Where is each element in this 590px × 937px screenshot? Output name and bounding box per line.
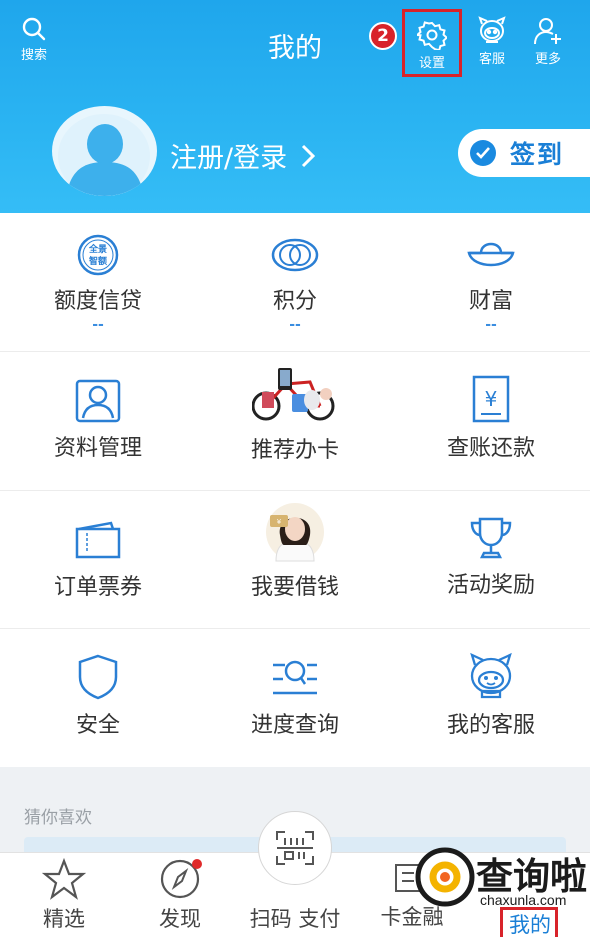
settings-button[interactable]: 设置 bbox=[402, 9, 462, 77]
grid-item-label: 进度查询 bbox=[250, 713, 339, 738]
check-icon bbox=[470, 140, 496, 166]
bill-yuan-icon: ¥ bbox=[472, 375, 510, 423]
woman-portrait-image: ¥ bbox=[266, 503, 324, 562]
more-label: 更多 bbox=[534, 52, 561, 67]
tab-featured[interactable]: 精选 bbox=[14, 853, 114, 937]
user-silhouette-icon bbox=[58, 114, 150, 196]
grid-item-label: 我要借钱 bbox=[250, 575, 339, 600]
svg-text:全景: 全景 bbox=[88, 243, 107, 255]
grid-row-4: 安全 进度查询 我的客服 bbox=[0, 629, 590, 767]
robot-service-icon bbox=[478, 16, 506, 43]
step-badge: 2 bbox=[369, 22, 397, 50]
more-button[interactable]: 更多 bbox=[526, 16, 570, 67]
grid-item-bill[interactable]: ¥ 查账还款 bbox=[393, 374, 589, 462]
grid-item-label: 推荐办卡 bbox=[250, 438, 339, 463]
points-rings-icon bbox=[271, 238, 319, 272]
tab-label: 扫码 支付 bbox=[249, 907, 341, 931]
shield-icon bbox=[78, 654, 118, 700]
watermark: 查询啦 chaxunla.com bbox=[406, 844, 590, 910]
grid-item-recommend-card[interactable]: 推荐办卡 bbox=[197, 360, 393, 464]
login-text: 注册/登录 bbox=[170, 143, 288, 174]
grid-item-label: 我的客服 bbox=[446, 713, 535, 738]
chevron-right-icon bbox=[302, 144, 316, 167]
mine-tab-highlight bbox=[500, 907, 558, 937]
grid-item-value: -- bbox=[485, 317, 497, 333]
grid-item-security[interactable]: 安全 bbox=[0, 653, 196, 739]
grid-item-quota[interactable]: 全景 智额 额度信贷 -- bbox=[0, 233, 196, 333]
grid-item-progress[interactable]: 进度查询 bbox=[197, 657, 393, 739]
grid-row-2: 资料管理 推荐办卡 ¥ 查账还款 bbox=[0, 352, 590, 491]
gear-icon bbox=[417, 21, 447, 50]
svg-text:智额: 智额 bbox=[89, 255, 107, 267]
svg-text:¥: ¥ bbox=[485, 387, 498, 411]
grid-item-label: 额度信贷 bbox=[53, 289, 142, 314]
grid-row-3: 订单票券 ¥ 我要借钱 活动奖励 bbox=[0, 491, 590, 629]
service-robot-icon bbox=[470, 652, 512, 699]
grid-item-label: 安全 bbox=[75, 713, 120, 738]
recommend-title: 猜你喜欢 bbox=[24, 808, 92, 828]
add-user-icon bbox=[534, 18, 561, 45]
grid-item-label: 活动奖励 bbox=[446, 573, 535, 598]
customer-service-button[interactable]: 客服 bbox=[470, 16, 514, 67]
grid-item-label: 财富 bbox=[468, 289, 513, 314]
grid-item-value: -- bbox=[92, 317, 104, 333]
grid-item-value: -- bbox=[289, 317, 301, 333]
svg-text:¥: ¥ bbox=[277, 518, 282, 526]
grid-row-1: 全景 智额 额度信贷 -- 积分 -- 财富 -- bbox=[0, 213, 590, 352]
avatar[interactable] bbox=[52, 106, 157, 196]
grid-item-rewards[interactable]: 活动奖励 bbox=[393, 515, 589, 599]
login-link[interactable]: 注册/登录 bbox=[170, 136, 316, 175]
grid-item-label: 积分 bbox=[272, 289, 317, 314]
watermark-url: chaxunla.com bbox=[480, 892, 567, 908]
grid-item-orders[interactable]: 订单票券 bbox=[0, 519, 196, 601]
notification-dot bbox=[192, 859, 202, 869]
progress-search-icon bbox=[273, 660, 317, 695]
grid-item-my-service[interactable]: 我的客服 bbox=[393, 651, 589, 739]
ticket-icon bbox=[75, 521, 121, 559]
checkin-label: 签到 bbox=[510, 140, 565, 169]
tab-scan-pay[interactable]: 扫码 支付 bbox=[243, 853, 347, 937]
settings-label: 设置 bbox=[418, 56, 445, 71]
watermark-logo-icon bbox=[415, 847, 475, 907]
profile-icon bbox=[75, 379, 121, 423]
profile-header: 搜索 我的 2 设置 客服 更多 注册/登录 签到 bbox=[0, 0, 590, 213]
service-label: 客服 bbox=[478, 52, 505, 67]
trophy-icon bbox=[470, 517, 512, 559]
tab-label: 精选 bbox=[43, 907, 85, 931]
grid-item-wealth[interactable]: 财富 -- bbox=[393, 233, 589, 333]
tab-label: 发现 bbox=[159, 907, 201, 931]
grid-item-label: 查账还款 bbox=[446, 436, 535, 461]
gift-bike-image bbox=[252, 368, 335, 421]
grid-item-profile[interactable]: 资料管理 bbox=[0, 378, 196, 462]
star-icon bbox=[42, 857, 86, 900]
tab-discover[interactable]: 发现 bbox=[130, 853, 230, 937]
checkin-button[interactable]: 签到 bbox=[458, 129, 590, 177]
grid-item-points[interactable]: 积分 -- bbox=[197, 233, 393, 333]
ingot-icon bbox=[467, 242, 515, 267]
grid-item-label: 订单票券 bbox=[53, 575, 142, 600]
grid-item-label: 资料管理 bbox=[53, 436, 142, 461]
quota-badge-icon: 全景 智额 bbox=[77, 234, 119, 276]
grid-item-borrow[interactable]: ¥ 我要借钱 bbox=[197, 501, 393, 601]
